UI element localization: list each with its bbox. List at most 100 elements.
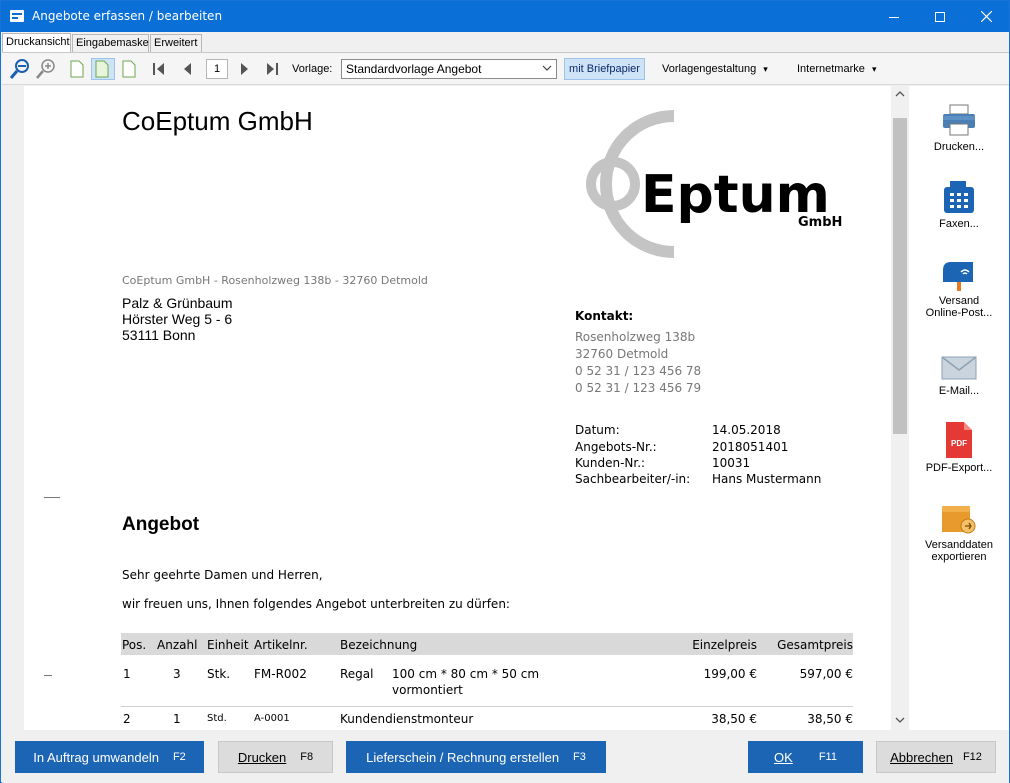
zoom-out-button[interactable] (8, 58, 32, 80)
print-button-key: F8 (300, 751, 314, 763)
previous-page-icon (184, 63, 191, 75)
pdf-export-action[interactable]: PDF PDF-Export... (909, 421, 1009, 474)
col-anzahl: Anzahl (157, 638, 198, 652)
create-invoice-key: F3 (573, 751, 586, 763)
online-post-action[interactable]: Versand Online-Post... (909, 258, 1009, 319)
sender-line: CoEptum GmbH - Rosenholzweg 138b - 32760… (122, 274, 428, 287)
preview-margin (2, 86, 24, 730)
internetmarke-label: Internetmarke (797, 63, 865, 75)
tab-erweitert[interactable]: Erweitert (150, 34, 202, 52)
meta-date-label: Datum: (575, 423, 620, 437)
pdf-export-label: PDF-Export... (925, 462, 993, 474)
table-row: 1 3 Stk. FM-R002 Regal 100 cm * 80 cm * … (121, 662, 853, 702)
row-gesamtpreis: 38,50 € (807, 712, 853, 726)
fold-mark (44, 497, 60, 498)
box-export-icon (942, 506, 976, 534)
internetmarke-menu[interactable]: Internetmarke ▾ (797, 63, 876, 75)
email-action[interactable]: E-Mail... (909, 354, 1009, 397)
single-page-button[interactable] (66, 58, 88, 80)
recipient-street: Hörster Weg 5 - 6 (122, 311, 233, 327)
convert-to-order-button[interactable]: In Auftrag umwandeln F2 (15, 741, 204, 773)
zoom-in-button[interactable] (34, 58, 58, 80)
row-einheit: Stk. (207, 667, 231, 681)
printer-icon (943, 104, 975, 136)
vorlage-select[interactable]: Standardvorlage Angebot (341, 59, 557, 79)
pages-icon (95, 60, 109, 78)
email-action-label: E-Mail... (938, 385, 980, 397)
col-gesamtpreis: Gesamtpreis (777, 638, 853, 652)
briefpapier-toggle[interactable]: mit Briefpapier (564, 58, 645, 80)
vorlage-label: Vorlage: (292, 63, 333, 75)
col-einzelpreis: Einzelpreis (692, 638, 757, 652)
table-row: 2 1 Std. A-0001 Kundendienstmonteur 38,5… (121, 707, 853, 729)
maximize-button[interactable] (917, 1, 963, 32)
fit-page-button[interactable] (118, 58, 140, 80)
contact-phone: 0 52 31 / 123 456 78 (575, 364, 702, 378)
ok-button[interactable]: OK F11 (748, 741, 863, 773)
print-action[interactable]: Drucken... (909, 102, 1009, 153)
zoom-in-icon (36, 59, 55, 79)
fax-action-label: Faxen... (939, 218, 979, 230)
contact-fax: 0 52 31 / 123 456 79 (575, 381, 702, 395)
close-button[interactable] (963, 1, 1009, 32)
fax-icon (944, 181, 974, 213)
scroll-thumb[interactable] (893, 118, 907, 434)
chevron-down-icon (542, 65, 552, 71)
print-button-label: Drucken (237, 749, 287, 765)
zoom-out-icon (9, 59, 29, 79)
window-title: Angebote erfassen / bearbeiten (32, 9, 223, 23)
salutation: Sehr geehrte Damen und Herren, (122, 568, 323, 582)
recipient-city: 53111 Bonn (122, 327, 196, 343)
cancel-button-key: F12 (962, 751, 982, 763)
create-invoice-button[interactable]: Lieferschein / Rechnung erstellen F3 (346, 741, 606, 773)
punch-mark (44, 675, 52, 676)
minimize-icon (889, 16, 899, 18)
col-bezeichnung: Bezeichnung (340, 638, 418, 652)
tab-eingabemaske[interactable]: Eingabemaske (72, 34, 149, 52)
next-page-icon (241, 63, 248, 75)
page-number-field[interactable]: 1 (206, 59, 228, 79)
row-anzahl: 3 (173, 667, 181, 681)
meta-offer-number-label: Angebots-Nr.: (575, 440, 657, 454)
row-bezeichnung: Regal (340, 667, 374, 681)
cancel-button-label: Abbrechen (890, 749, 953, 765)
dropdown-arrow-icon: ▾ (763, 64, 768, 74)
row-detail: 100 cm * 80 cm * 50 cm (392, 667, 540, 681)
export-shipping-action[interactable]: Versanddaten exportieren (909, 502, 1009, 563)
two-page-button[interactable] (91, 58, 115, 80)
ok-button-key: F11 (818, 751, 837, 763)
maximize-icon (935, 11, 945, 22)
last-page-icon (267, 63, 278, 75)
scroll-up-icon[interactable] (895, 90, 905, 98)
next-page-button[interactable] (236, 58, 254, 80)
envelope-icon (941, 356, 977, 380)
print-button[interactable]: Drucken F8 (218, 741, 333, 773)
first-page-button[interactable] (150, 58, 168, 80)
online-post-label-2: Online-Post... (925, 307, 993, 319)
row-einheit: Std. (207, 713, 227, 724)
contact-city: 32760 Detmold (575, 347, 669, 361)
vorlagengestaltung-menu[interactable]: Vorlagengestaltung ▾ (662, 63, 768, 75)
meta-clerk-value: Hans Mustermann (712, 472, 822, 486)
last-page-button[interactable] (263, 58, 281, 80)
minimize-button[interactable] (871, 1, 917, 32)
vertical-scrollbar[interactable] (891, 86, 909, 730)
row-einzelpreis: 199,00 € (703, 667, 757, 681)
meta-date-value: 14.05.2018 (712, 423, 781, 437)
scroll-down-icon[interactable] (895, 716, 905, 724)
close-icon (980, 11, 992, 22)
meta-customer-number-value: 10031 (712, 456, 751, 470)
tab-druckansicht[interactable]: Druckansicht (2, 33, 71, 52)
print-action-label: Drucken... (933, 141, 985, 153)
cancel-button[interactable]: Abbrechen F12 (876, 741, 996, 773)
print-preview[interactable]: CoEptum GmbH Eptum GmbH CoEptum GmbH - R… (2, 86, 891, 730)
online-post-label-1: Versand (938, 295, 980, 307)
row-pos: 1 (123, 667, 131, 681)
contact-block: Rosenholzweg 138b 32760 Detmold 0 52 31 … (575, 329, 701, 397)
action-sidebar: Drucken... Faxen... Versand Online-Post.… (909, 86, 1009, 730)
pdf-icon: PDF (946, 422, 972, 458)
fax-action[interactable]: Faxen... (909, 179, 1009, 230)
ok-button-label: OK (774, 749, 793, 765)
previous-page-button[interactable] (178, 58, 196, 80)
page-icon (70, 60, 84, 78)
